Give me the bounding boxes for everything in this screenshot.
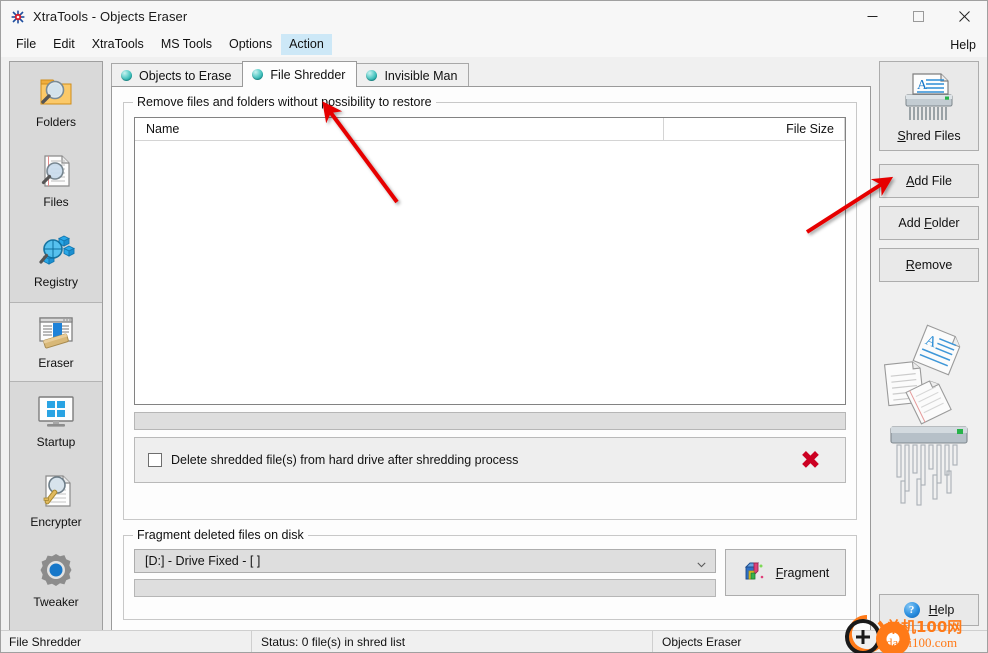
help-button[interactable]: ? Help <box>879 594 979 626</box>
folder-search-icon <box>33 68 79 114</box>
file-list[interactable]: Name File Size <box>134 117 846 405</box>
clear-list-x-icon[interactable]: ✖ <box>800 448 821 473</box>
menu-xtratools[interactable]: XtraTools <box>84 34 152 55</box>
right-action-panel: A Shred Files Add File Add Folder Remove… <box>879 61 979 631</box>
sidebar-item-files[interactable]: Files <box>10 142 102 222</box>
close-button[interactable] <box>941 1 987 32</box>
sidebar-item-encrypter[interactable]: Encrypter <box>10 462 102 542</box>
title-bar: XtraTools - Objects Eraser <box>1 1 987 32</box>
eraser-icon <box>33 309 79 355</box>
fragment-group: Fragment deleted files on disk [D:] - Dr… <box>123 528 857 620</box>
shredder-icon: A <box>898 70 960 131</box>
delete-after-shredding-panel: Delete shredded file(s) from hard drive … <box>134 437 846 483</box>
tab-file-shredder[interactable]: File Shredder <box>242 61 358 87</box>
column-header-name[interactable]: Name <box>135 118 664 140</box>
menu-help[interactable]: Help <box>950 38 976 52</box>
registry-search-icon <box>33 228 79 274</box>
fragment-button[interactable]: Fragment <box>725 549 846 596</box>
maximize-button[interactable] <box>895 1 941 32</box>
minimize-button[interactable] <box>849 1 895 32</box>
sidebar-label-encrypter: Encrypter <box>30 515 82 529</box>
status-left: File Shredder <box>9 634 82 649</box>
shredder-group: Remove files and folders without possibi… <box>123 95 857 520</box>
tab-bubble-icon <box>121 70 132 81</box>
paper-shredder-illustration: A <box>879 323 979 533</box>
tab-bubble-icon <box>366 70 378 81</box>
body-area: Folders Files Registry Eraser Startup En… <box>1 57 987 632</box>
drive-select[interactable]: [D:] - Drive Fixed - [ ] <box>134 549 716 573</box>
status-right: Objects Eraser <box>662 634 742 649</box>
xtratools-logo-icon <box>10 9 26 25</box>
startup-monitor-icon <box>33 388 79 434</box>
shredder-group-title: Remove files and folders without possibi… <box>133 95 436 109</box>
key-document-icon <box>33 468 79 514</box>
tab-label: File Shredder <box>270 67 346 82</box>
shred-files-label: Shred Files <box>897 128 961 143</box>
menu-edit[interactable]: Edit <box>45 34 83 55</box>
main-panel: Objects to Erase File Shredder Invisible… <box>111 61 871 631</box>
window-controls <box>849 1 987 32</box>
window-title: XtraTools - Objects Eraser <box>33 9 188 24</box>
add-file-label: Add File <box>906 174 952 188</box>
add-file-button[interactable]: Add File <box>879 164 979 198</box>
add-folder-label: Add Folder <box>898 216 960 230</box>
chevron-down-icon <box>697 557 706 568</box>
shred-files-button[interactable]: A Shred Files <box>879 61 979 151</box>
fragment-progress-bar <box>134 579 716 597</box>
sidebar-item-startup[interactable]: Startup <box>10 382 102 462</box>
menu-bar: File Edit XtraTools MS Tools Options Act… <box>1 32 987 57</box>
tab-bubble-icon <box>252 69 264 80</box>
add-folder-button[interactable]: Add Folder <box>879 206 979 240</box>
menu-options[interactable]: Options <box>221 34 280 55</box>
sidebar-item-folders[interactable]: Folders <box>10 62 102 142</box>
sidebar-item-eraser[interactable]: Eraser <box>10 302 102 382</box>
shred-progress-bar <box>134 412 846 430</box>
gear-icon <box>33 548 79 594</box>
delete-after-shredding-label: Delete shredded file(s) from hard drive … <box>171 453 519 467</box>
file-list-body[interactable] <box>135 141 845 404</box>
file-list-header: Name File Size <box>135 118 845 141</box>
remove-button[interactable]: Remove <box>879 248 979 282</box>
drive-select-value: [D:] - Drive Fixed - [ ] <box>145 554 261 568</box>
sidebar-label-eraser: Eraser <box>38 356 74 370</box>
sidebar-label-files: Files <box>43 195 69 209</box>
sidebar-label-startup: Startup <box>36 435 76 449</box>
sidebar: Folders Files Registry Eraser Startup En… <box>9 61 103 631</box>
help-button-label: Help <box>928 603 955 617</box>
tab-page-file-shredder: Remove files and folders without possibi… <box>111 86 871 631</box>
column-header-file-size[interactable]: File Size <box>664 118 845 140</box>
sidebar-item-tweaker[interactable]: Tweaker <box>10 542 102 622</box>
sidebar-item-registry[interactable]: Registry <box>10 222 102 302</box>
menu-action[interactable]: Action <box>281 34 332 55</box>
tab-label: Objects to Erase <box>139 68 232 83</box>
tab-label: Invisible Man <box>384 68 458 83</box>
status-middle: Status: 0 file(s) in shred list <box>261 634 406 649</box>
tab-objects-to-erase[interactable]: Objects to Erase <box>111 63 244 87</box>
help-question-icon: ? <box>903 602 920 618</box>
sidebar-label-folders: Folders <box>35 115 76 129</box>
fragment-button-label: Fragment <box>775 565 830 580</box>
fragment-group-title: Fragment deleted files on disk <box>133 528 308 542</box>
sidebar-label-registry: Registry <box>33 275 78 289</box>
sidebar-label-tweaker: Tweaker <box>33 595 79 609</box>
status-bar: File Shredder Status: 0 file(s) in shred… <box>1 630 987 652</box>
tab-invisible-man[interactable]: Invisible Man <box>356 63 470 87</box>
menu-file[interactable]: File <box>8 34 44 55</box>
fragment-blocks-icon <box>742 559 766 586</box>
file-search-icon <box>33 148 79 194</box>
menu-ms-tools[interactable]: MS Tools <box>153 34 220 55</box>
tab-strip: Objects to Erase File Shredder Invisible… <box>111 61 470 87</box>
delete-after-shredding-checkbox[interactable] <box>148 453 162 467</box>
remove-label: Remove <box>905 258 953 272</box>
application-window: XtraTools - Objects Eraser File Edit Xtr… <box>0 0 988 653</box>
